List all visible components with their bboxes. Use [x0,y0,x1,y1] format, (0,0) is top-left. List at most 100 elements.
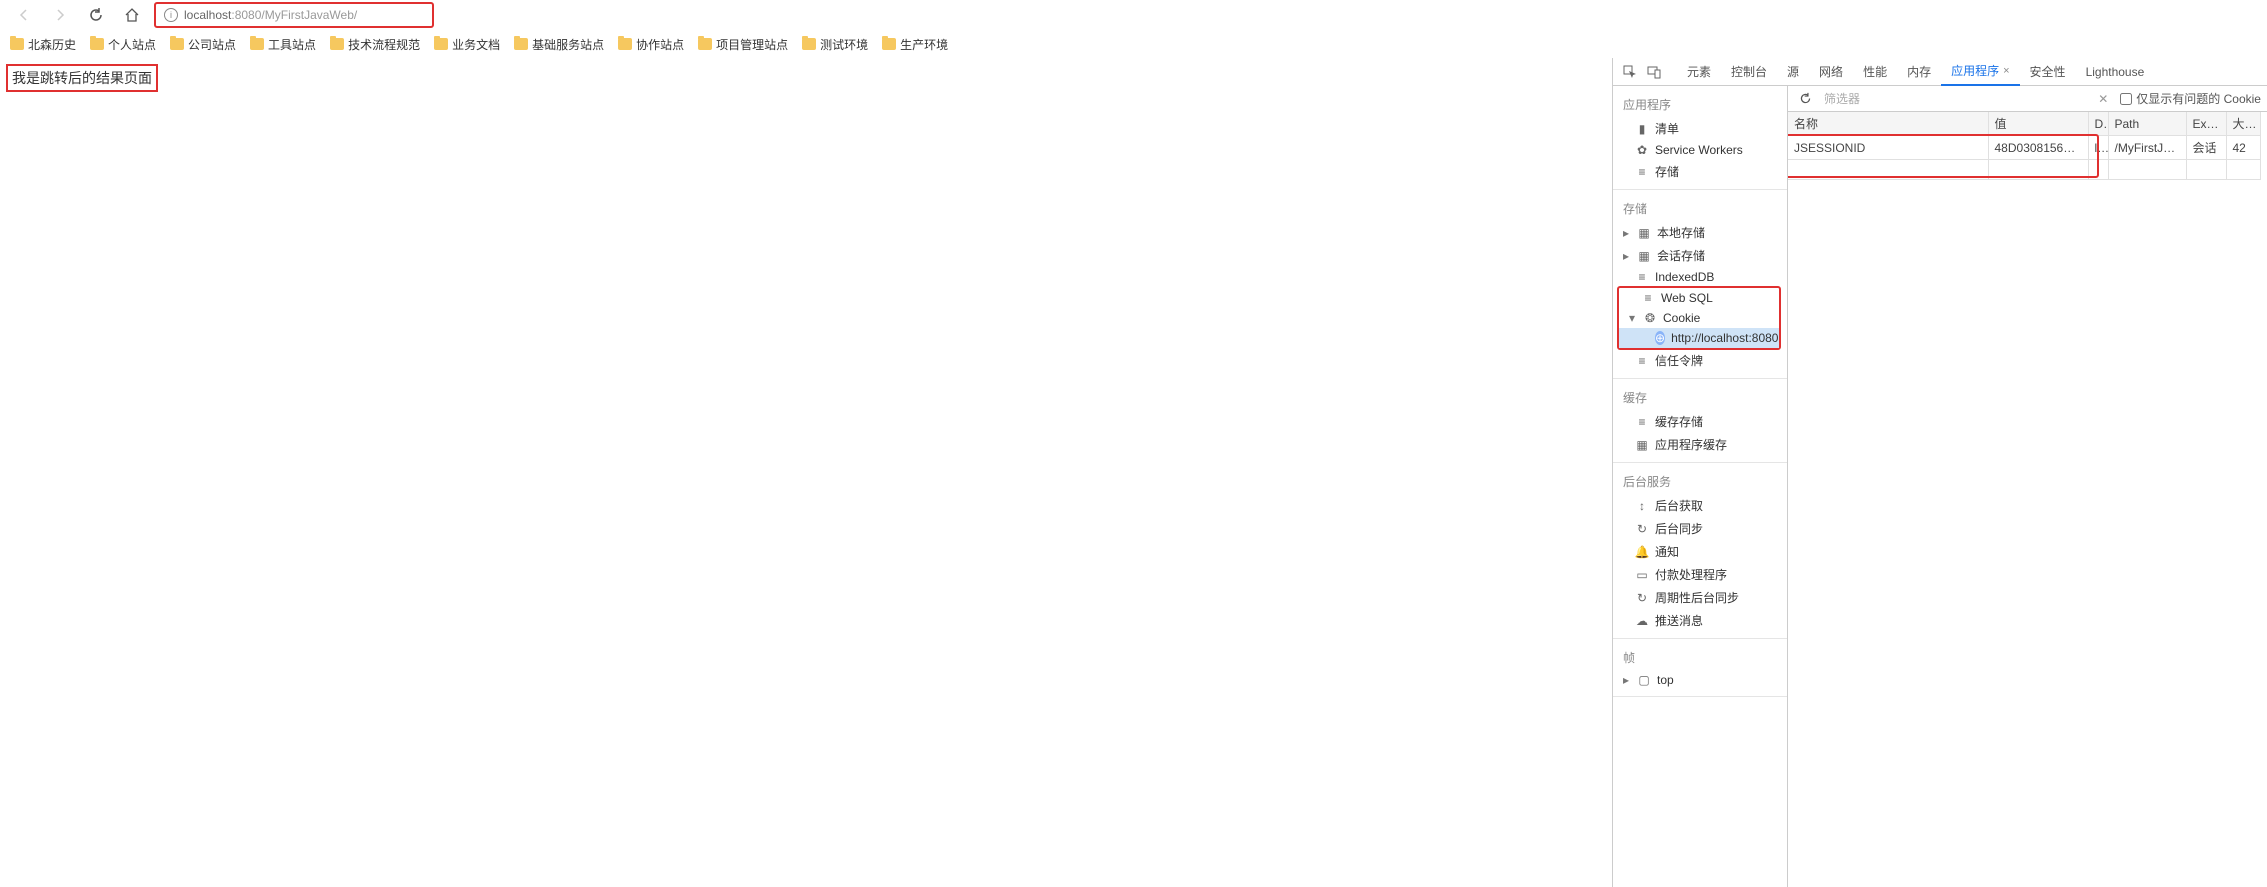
bookmark-item[interactable]: 业务文档 [434,36,500,53]
page-content: 我是跳转后的结果页面 [0,58,1612,887]
folder-icon [330,38,344,50]
refresh-icon[interactable] [1794,88,1816,110]
forward-button[interactable] [46,1,74,29]
sidebar-item-cookie-host[interactable]: ⊕http://localhost:8080 [1619,328,1779,348]
bookmark-item[interactable]: 个人站点 [90,36,156,53]
bookmark-label: 个人站点 [108,36,156,53]
transfer-icon: ↕ [1635,499,1649,513]
sidebar-item-local-storage[interactable]: ▸▦本地存储 [1613,221,1787,244]
table-row[interactable]: JSESSIONID 48D03081569D930... l... /MyFi… [1788,136,2267,160]
devtools-tabs: 元素控制台源网络性能内存应用程序×安全性Lighthouse [1613,58,2267,86]
reload-button[interactable] [82,1,110,29]
sidebar-section-cache: 缓存 [1613,385,1787,410]
sidebar-item-websql[interactable]: ≡Web SQL [1619,288,1779,308]
bookmark-item[interactable]: 协作站点 [618,36,684,53]
devtools-panel: 元素控制台源网络性能内存应用程序×安全性Lighthouse 应用程序 ▮清单 … [1612,58,2267,887]
inspect-icon[interactable] [1619,61,1641,83]
sidebar-item-indexeddb[interactable]: ≡IndexedDB [1613,267,1787,287]
bookmarks-bar: 北森历史 个人站点公司站点工具站点技术流程规范业务文档基础服务站点协作站点 项目管理… [0,30,2267,58]
bookmark-item[interactable]: 公司站点 [170,36,236,53]
devtools-tab[interactable]: Lighthouse [2076,58,2155,86]
file-icon: ▮ [1635,122,1649,136]
database-icon: ≡ [1635,165,1649,179]
cell-domain: l... [2088,136,2108,160]
bookmark-item[interactable]: 项目管理站点 [698,36,788,53]
bookmark-item[interactable]: 工具站点 [250,36,316,53]
bookmark-item[interactable]: 北森历史 [10,36,76,53]
database-icon: ≡ [1635,415,1649,429]
sidebar-item-app-cache[interactable]: ▦应用程序缓存 [1613,433,1787,456]
bookmark-item[interactable]: 技术流程规范 [330,36,420,53]
col-value[interactable]: 值 [1988,112,2088,136]
close-icon[interactable]: × [2003,65,2009,77]
devtools-tab[interactable]: 内存 [1897,58,1941,86]
devtools-tab[interactable]: 网络 [1809,58,1853,86]
devtools-tab[interactable]: 安全性 [2020,58,2076,86]
bookmark-label: 项目管理站点 [716,36,788,53]
sidebar-item-session-storage[interactable]: ▸▦会话存储 [1613,244,1787,267]
table-row[interactable] [1788,160,2267,180]
sidebar-item-top-frame[interactable]: ▸▢top [1613,670,1787,690]
devtools-tab[interactable]: 元素 [1677,58,1721,86]
sync-icon: ↻ [1635,522,1649,536]
cell-path: /MyFirstJava... [2108,136,2186,160]
back-button[interactable] [10,1,38,29]
cell-name: JSESSIONID [1788,136,1988,160]
sidebar-item-service-workers[interactable]: ✿Service Workers [1613,140,1787,160]
folder-icon [514,38,528,50]
devtools-tab[interactable]: 控制台 [1721,58,1777,86]
address-bar[interactable]: i localhost:8080/MyFirstJavaWeb/ [154,2,434,28]
sidebar-item-notifications[interactable]: 🔔通知 [1613,540,1787,563]
sidebar-item-storage[interactable]: ≡存储 [1613,160,1787,183]
devtools-main: ✕ 仅显示有问题的 Cookie 名称 值 D... Path Expir... [1788,86,2267,887]
grid-icon: ▦ [1637,226,1651,240]
table-header-row: 名称 值 D... Path Expir... 大小 [1788,112,2267,136]
folder-icon [434,38,448,50]
bell-icon: 🔔 [1635,545,1649,559]
database-icon: ≡ [1635,354,1649,368]
device-toggle-icon[interactable] [1643,61,1665,83]
devtools-tab[interactable]: 源 [1777,58,1809,86]
sidebar-item-push[interactable]: ☁推送消息 [1613,609,1787,632]
clear-filter-icon[interactable]: ✕ [2094,92,2112,106]
sidebar-section-storage: 存储 [1613,196,1787,221]
grid-icon: ▦ [1637,249,1651,263]
bookmark-item[interactable]: 基础服务站点 [514,36,604,53]
col-domain[interactable]: D... [2088,112,2108,136]
col-expires[interactable]: Expir... [2186,112,2226,136]
globe-icon: ⊕ [1655,331,1665,345]
cell-size: 42 [2226,136,2260,160]
col-path[interactable]: Path [2108,112,2186,136]
folder-icon [882,38,896,50]
cell-expires: 会话 [2186,136,2226,160]
bookmark-item[interactable]: 测试环境 [802,36,868,53]
sidebar-item-trust-tokens[interactable]: ≡信任令牌 [1613,349,1787,372]
cookies-toolbar: ✕ 仅显示有问题的 Cookie [1788,86,2267,112]
browser-navigation-bar: i localhost:8080/MyFirstJavaWeb/ [0,0,2267,30]
devtools-tab[interactable]: 应用程序× [1941,58,2019,86]
card-icon: ▭ [1635,568,1649,582]
sidebar-item-bg-fetch[interactable]: ↕后台获取 [1613,494,1787,517]
sidebar-item-cache-storage[interactable]: ≡缓存存储 [1613,410,1787,433]
cell-value: 48D03081569D930... [1988,136,2088,160]
database-icon: ≡ [1641,291,1655,305]
bookmark-label: 生产环境 [900,36,948,53]
folder-icon [170,38,184,50]
sidebar-item-manifest[interactable]: ▮清单 [1613,117,1787,140]
sidebar-section-frames: 帧 [1613,645,1787,670]
sidebar-item-bg-sync[interactable]: ↻后台同步 [1613,517,1787,540]
only-issues-checkbox[interactable]: 仅显示有问题的 Cookie [2120,90,2261,107]
bookmark-label: 北森历史 [28,36,76,53]
bookmark-item[interactable]: 生产环境 [882,36,948,53]
col-name[interactable]: 名称 [1788,112,1988,136]
folder-icon [802,38,816,50]
folder-icon [250,38,264,50]
devtools-tab[interactable]: 性能 [1853,58,1897,86]
bookmark-label: 测试环境 [820,36,868,53]
sidebar-item-cookie[interactable]: ▾❂Cookie [1619,308,1779,328]
sidebar-item-payment[interactable]: ▭付款处理程序 [1613,563,1787,586]
col-size[interactable]: 大小 [2226,112,2260,136]
home-button[interactable] [118,1,146,29]
sidebar-item-periodic-sync[interactable]: ↻周期性后台同步 [1613,586,1787,609]
filter-input[interactable] [1824,92,2086,106]
